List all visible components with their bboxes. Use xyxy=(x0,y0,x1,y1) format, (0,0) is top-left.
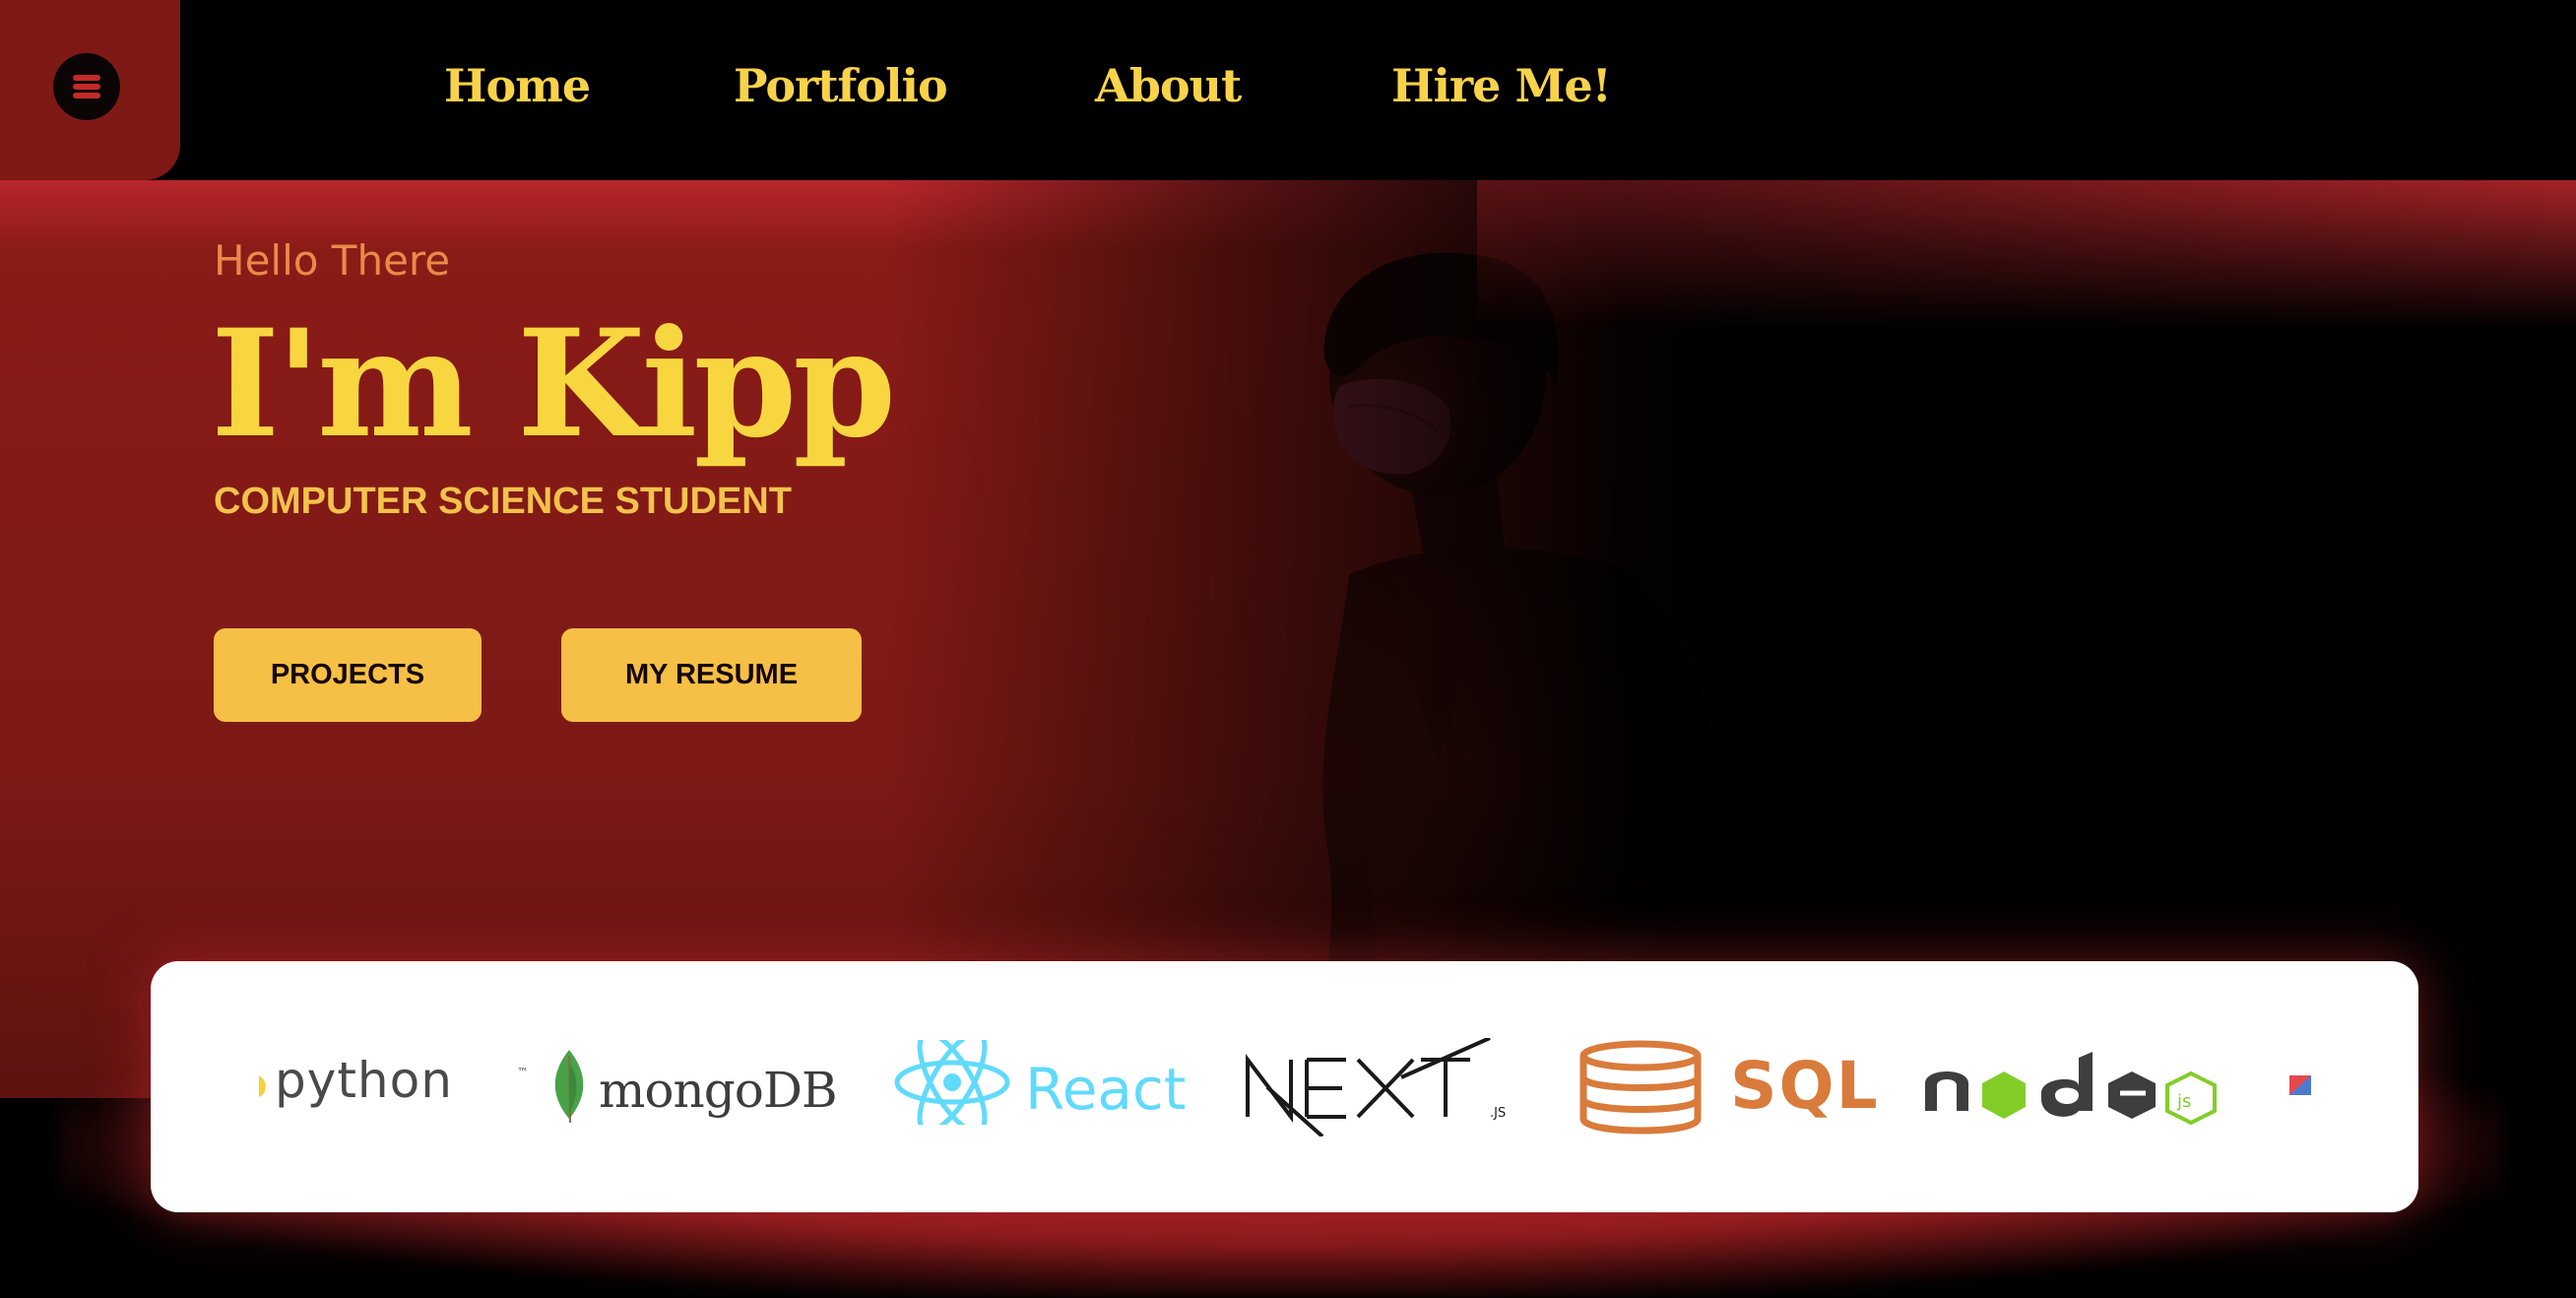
sql-label: SQL xyxy=(1730,1048,1880,1124)
partial-logo-icon xyxy=(2289,1075,2311,1095)
hero-top-glow xyxy=(1477,180,2576,357)
nodejs-wordmark-icon: js xyxy=(1925,1052,2217,1126)
top-navigation: Home Portfolio About Hire Me! xyxy=(0,0,2576,180)
hero-greeting: Hello There xyxy=(214,236,451,285)
resume-button[interactable]: MY RESUME xyxy=(561,628,862,722)
sql-logo: SQL xyxy=(151,961,1923,1212)
tech-logo-strip: python ™ mongoDB React .JS SQL js xyxy=(151,961,2418,1212)
svg-text:js: js xyxy=(2176,1091,2191,1112)
hero-subtitle: COMPUTER SCIENCE STUDENT xyxy=(214,481,792,522)
nav-link-portfolio[interactable]: Portfolio xyxy=(734,51,948,120)
nav-link-hire-me[interactable]: Hire Me! xyxy=(1391,51,1612,120)
projects-button[interactable]: PROJECTS xyxy=(214,628,482,722)
nav-links: Home Portfolio About Hire Me! xyxy=(0,0,2576,180)
nav-link-home[interactable]: Home xyxy=(444,51,591,120)
database-icon xyxy=(1579,1040,1702,1135)
nav-link-about[interactable]: About xyxy=(1095,51,1242,120)
hero-headline: I'm Kipp xyxy=(211,297,896,471)
nodejs-logo: js xyxy=(1923,961,2248,1212)
